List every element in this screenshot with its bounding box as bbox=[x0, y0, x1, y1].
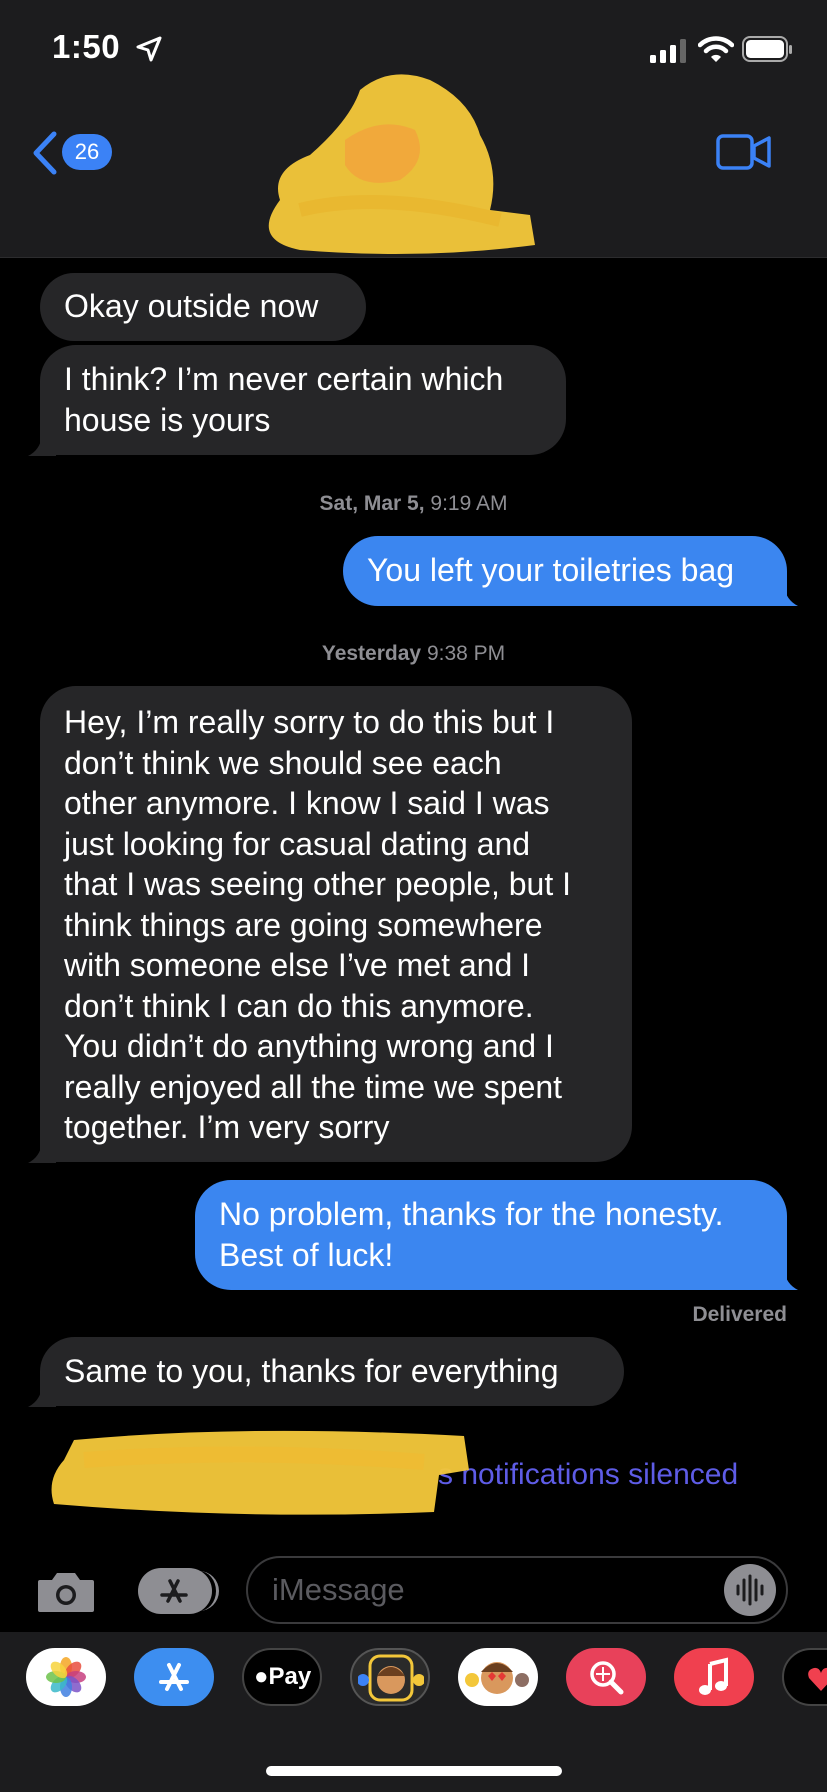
redacted-contact[interactable] bbox=[240, 60, 540, 260]
camera-icon[interactable] bbox=[36, 1568, 96, 1614]
music-app-icon[interactable] bbox=[674, 1648, 754, 1706]
message-input-placeholder: iMessage bbox=[272, 1572, 405, 1607]
timestamp: Yesterday 9:38 PM bbox=[321, 642, 506, 665]
image-search-app-icon[interactable] bbox=[566, 1648, 646, 1706]
timestamp: Sat, Mar 5, 9:19 AM bbox=[319, 492, 508, 515]
incoming-message[interactable]: I think? I’m never certain which house i… bbox=[40, 345, 566, 455]
apple-pay-app-icon[interactable]: ●Pay bbox=[242, 1648, 322, 1706]
video-camera-icon[interactable] bbox=[716, 132, 772, 172]
bubble-tail bbox=[28, 1387, 56, 1407]
animoji-app-icon[interactable] bbox=[458, 1648, 538, 1706]
app-store-glyph-icon bbox=[160, 1579, 188, 1603]
app-store-app-icon[interactable] bbox=[134, 1648, 214, 1706]
incoming-message[interactable]: Okay outside now bbox=[40, 273, 366, 341]
bubble-tail bbox=[770, 586, 798, 606]
signal-bars-icon bbox=[650, 39, 686, 63]
delivered-status: Delivered bbox=[692, 1303, 787, 1326]
chevron-left-icon bbox=[33, 131, 57, 175]
wifi-icon bbox=[698, 36, 734, 62]
outgoing-message[interactable]: You left your toiletries bag bbox=[343, 536, 787, 606]
incoming-message[interactable]: Same to you, thanks for everything bbox=[40, 1337, 624, 1406]
audio-record-icon[interactable] bbox=[724, 1564, 776, 1616]
app-store-drawer-button[interactable] bbox=[138, 1568, 219, 1614]
unread-count-badge[interactable]: 26 bbox=[62, 134, 112, 170]
incoming-message[interactable]: Hey, I’m really sorry to do this but I d… bbox=[40, 686, 632, 1162]
bubble-tail bbox=[28, 1143, 56, 1163]
redacted-notice bbox=[51, 1430, 470, 1515]
status-time: 1:50 bbox=[52, 28, 121, 65]
bubble-tail bbox=[770, 1270, 798, 1290]
outgoing-message[interactable]: No problem, thanks for the honesty. Best… bbox=[195, 1180, 787, 1290]
battery-icon bbox=[742, 36, 792, 62]
photos-app-icon[interactable] bbox=[26, 1648, 106, 1706]
memoji-app-icon[interactable] bbox=[350, 1648, 430, 1706]
notifications-silenced-notice: s notifications silenced bbox=[438, 1458, 739, 1491]
home-indicator[interactable] bbox=[266, 1766, 562, 1776]
bubble-tail bbox=[28, 436, 56, 456]
location-arrow-icon bbox=[136, 36, 162, 62]
